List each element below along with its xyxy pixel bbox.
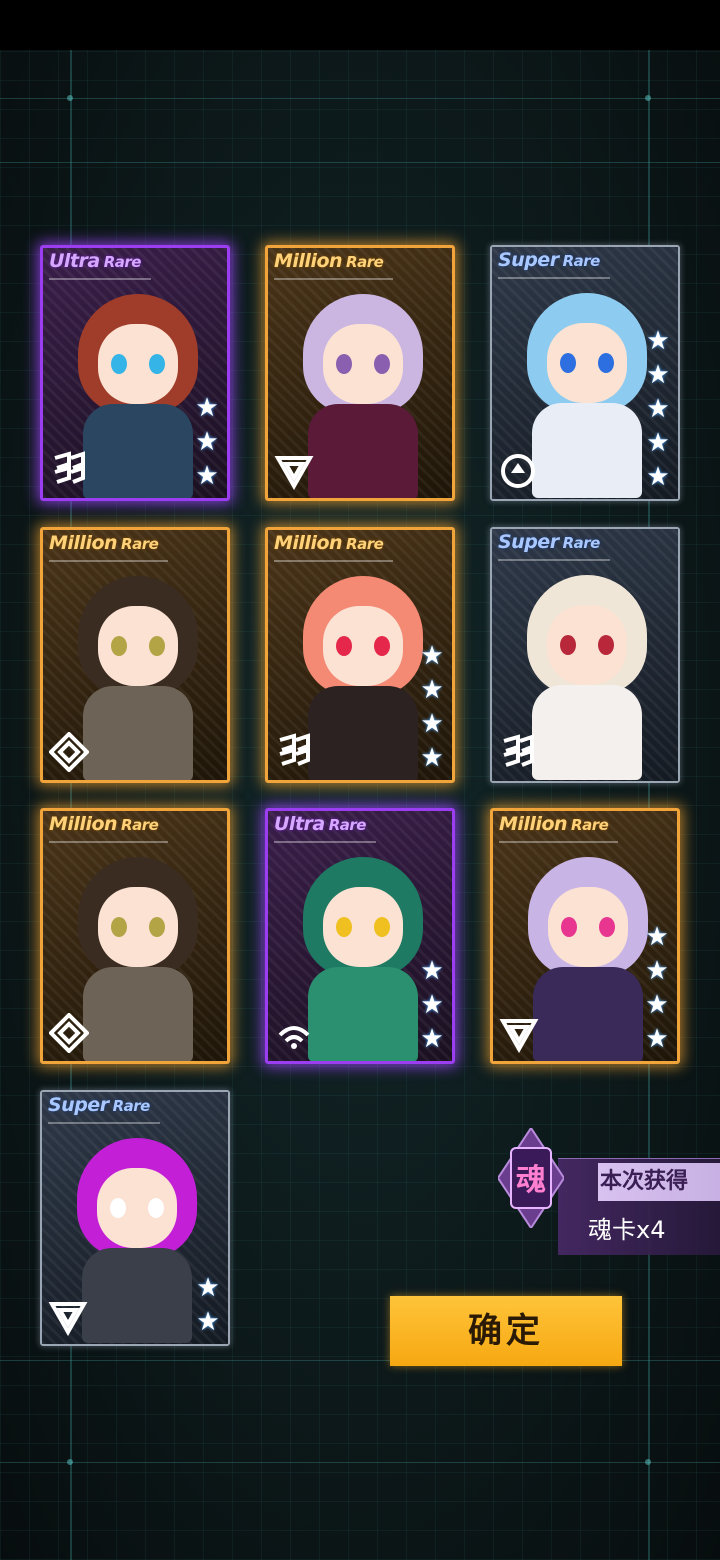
character-card[interactable]: Million Rare [40, 808, 230, 1064]
star-rating: ★ ★ ★ [418, 955, 446, 1055]
character-card[interactable]: Million Rare [265, 245, 455, 501]
rarity-label: Super Rare [48, 1094, 160, 1124]
dual-slash-icon [274, 732, 314, 772]
status-bar [0, 0, 720, 50]
signal-emblem-icon [274, 1013, 314, 1053]
star-rating: ★ ★ ★ ★ [643, 921, 671, 1055]
star-icon: ★ [420, 743, 444, 773]
star-rating: ★ ★ ★ [193, 392, 221, 492]
circle-emblem-icon [498, 451, 538, 491]
character-card[interactable]: Million Rare [40, 527, 230, 783]
star-icon: ★ [645, 956, 669, 986]
star-icon: ★ [420, 1024, 444, 1054]
star-icon: ★ [195, 461, 219, 491]
rarity-label: Million Rare [274, 532, 394, 562]
rarity-label: Ultra Rare [49, 250, 151, 280]
rarity-label: Million Rare [499, 813, 619, 843]
star-icon: ★ [645, 922, 669, 952]
star-icon: ★ [196, 1273, 220, 1303]
star-icon: ★ [646, 394, 670, 424]
character-card[interactable]: Ultra Rare ★ ★ ★ [265, 808, 455, 1064]
svg-text:魂: 魂 [516, 1163, 546, 1198]
dual-slash-icon [49, 450, 89, 490]
star-icon: ★ [645, 990, 669, 1020]
star-icon: ★ [420, 990, 444, 1020]
triangle-emblem-icon [499, 1013, 539, 1054]
diamond-emblem-icon [48, 731, 90, 773]
star-icon: ★ [646, 326, 670, 356]
confirm-button[interactable]: 确定 [390, 1296, 622, 1366]
star-icon: ★ [420, 675, 444, 705]
rarity-label: Super Rare [498, 249, 610, 279]
dual-slash-icon [498, 733, 538, 773]
character-card[interactable]: Million Rare ★ ★ ★ ★ [265, 527, 455, 783]
character-card[interactable]: Ultra Rare ★ ★ ★ [40, 245, 230, 501]
diamond-emblem-icon [48, 1012, 90, 1054]
character-card[interactable]: Million Rare ★ ★ ★ ★ [490, 808, 680, 1064]
rarity-label: Million Rare [49, 813, 169, 843]
star-icon: ★ [195, 427, 219, 457]
star-icon: ★ [646, 462, 670, 492]
star-icon: ★ [420, 641, 444, 671]
star-icon: ★ [196, 1307, 220, 1337]
star-icon: ★ [420, 956, 444, 986]
star-rating: ★ ★ ★ ★ [418, 640, 446, 774]
triangle-emblem-icon [274, 450, 314, 491]
rarity-label: Million Rare [49, 532, 169, 562]
reward-count: 魂卡x4 [588, 1216, 666, 1244]
rarity-label: Super Rare [498, 531, 610, 561]
rarity-label: Ultra Rare [274, 813, 376, 843]
character-card[interactable]: Super Rare [490, 527, 680, 783]
star-rating: ★ ★ [194, 1272, 222, 1338]
star-icon: ★ [420, 709, 444, 739]
character-card[interactable]: Super Rare ★ ★ [40, 1090, 230, 1346]
rarity-label: Million Rare [274, 250, 394, 280]
character-card[interactable]: Super Rare ★ ★ ★ ★ ★ [490, 245, 680, 501]
star-icon: ★ [646, 428, 670, 458]
reward-title: 本次获得 [598, 1163, 720, 1201]
star-icon: ★ [645, 1024, 669, 1054]
triangle-emblem-icon [48, 1296, 88, 1337]
star-icon: ★ [195, 393, 219, 423]
star-rating: ★ ★ ★ ★ ★ [644, 325, 672, 493]
star-icon: ★ [646, 360, 670, 390]
soul-card-badge-icon: 魂 [498, 1128, 564, 1228]
